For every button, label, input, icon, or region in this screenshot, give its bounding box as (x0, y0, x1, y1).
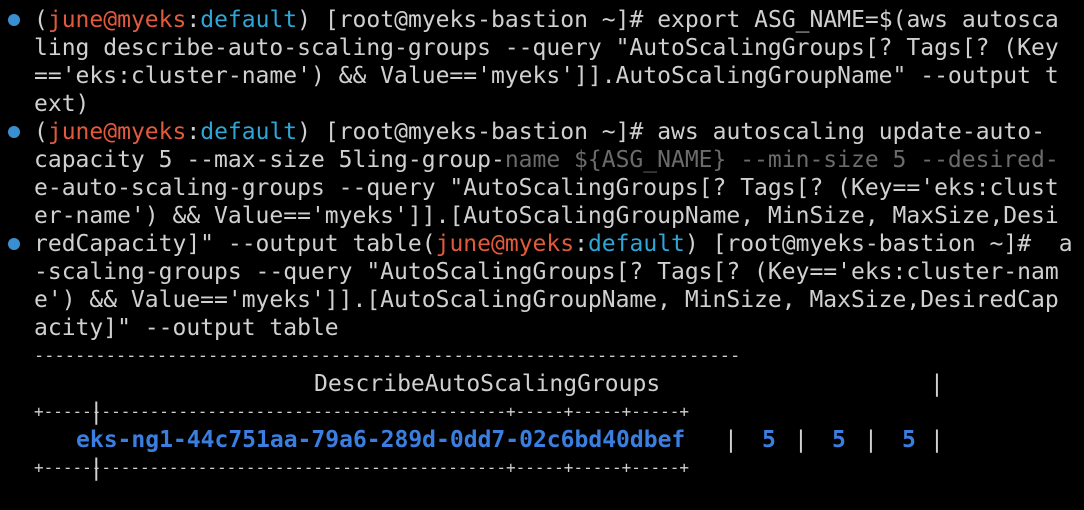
command-status-marker (8, 126, 20, 138)
prompt-cluster: myeks (117, 7, 187, 33)
prompt-colon: : (186, 119, 201, 145)
desired-capacity-cell: 5 (902, 427, 916, 453)
prompt-bastion: [root@myeks-bastion ~]# (311, 119, 658, 145)
command-line: ext) (34, 91, 90, 117)
command-text: a (1044, 231, 1073, 257)
prompt-close-paren: ) (297, 119, 312, 145)
asg-name-cell: eks-ng1-44c751aa-79a6-289d-0dd7-02c6bd40… (76, 427, 686, 453)
table-pipe: | (724, 427, 738, 453)
table-pipe: | (864, 427, 878, 453)
table-pipe: | (930, 371, 944, 397)
prompt-user: june (47, 7, 104, 33)
table-pipe: | (794, 427, 808, 453)
command-text: capacity 5 --max-size 5ling-group- (34, 147, 505, 173)
prompt-bastion: [root@myeks-bastion ~]# (698, 231, 1045, 257)
table-header-title: DescribeAutoScalingGroups (314, 371, 661, 397)
prompt-colon: : (186, 7, 201, 33)
max-size-cell: 5 (832, 427, 846, 453)
command-ghost-text: name ${ASG_NAME} --min-size 5 --desired- (504, 147, 1059, 173)
table-separator: +---------------------------------------… (34, 402, 690, 421)
command-line: acity]" --output table (34, 315, 339, 341)
command-line: -scaling-groups --query "AutoScalingGrou… (34, 259, 1059, 285)
prompt-colon: : (574, 231, 588, 257)
table-top-border: ----------------------------------------… (34, 346, 741, 366)
command-text: export ASG_NAME=$(aws autosca (657, 7, 1059, 33)
prompt-bastion: [root@myeks-bastion ~]# (311, 7, 658, 33)
prompt-cluster: myeks (117, 119, 187, 145)
table-header-row: | (34, 370, 103, 425)
prompt-cluster: myeks (504, 231, 575, 257)
command-line: er-name') && Value=='myeks']].[AutoScali… (34, 203, 1059, 229)
prompt-namespace: default (200, 119, 298, 145)
prompt-line-3: redCapacity]" --output table(june@myeks:… (34, 230, 1073, 258)
command-text: redCapacity]" --output table (34, 231, 422, 257)
command-line: e-auto-scaling-groups --query "AutoScali… (34, 175, 1059, 201)
prompt-at: @ (103, 119, 118, 145)
prompt-close-paren: ) (297, 7, 312, 33)
table-pipe: | (930, 427, 944, 453)
command-line: ling describe-auto-scaling-groups --quer… (34, 35, 1059, 61)
prompt-user: june (435, 231, 491, 257)
prompt-namespace: default (200, 7, 298, 33)
command-line: capacity 5 --max-size 5ling-group-name $… (34, 146, 1059, 174)
command-status-marker (8, 14, 20, 26)
prompt-namespace: default (587, 231, 685, 257)
prompt-user: june (47, 119, 104, 145)
prompt-close-paren: ) (684, 231, 699, 257)
prompt-open-paren: ( (421, 231, 436, 257)
prompt-open-paren: ( (34, 119, 48, 145)
table-bottom-border: +---------------------------------------… (34, 458, 690, 477)
prompt-open-paren: ( (34, 7, 48, 33)
command-text: aws autoscaling update-auto- (657, 119, 1045, 145)
min-size-cell: 5 (762, 427, 776, 453)
command-line: =='eks:cluster-name') && Value=='myeks']… (34, 63, 1059, 89)
prompt-line-2: (june@myeks:default) [root@myeks-bastion… (34, 118, 1045, 146)
prompt-at: @ (103, 7, 118, 33)
command-line: e') && Value=='myeks']].[AutoScalingGrou… (34, 287, 1059, 313)
prompt-line-1: (june@myeks:default) [root@myeks-bastion… (34, 6, 1059, 34)
prompt-at: @ (490, 231, 505, 257)
command-status-marker (8, 238, 20, 250)
terminal-window[interactable]: (june@myeks:default) [root@myeks-bastion… (0, 0, 1084, 486)
